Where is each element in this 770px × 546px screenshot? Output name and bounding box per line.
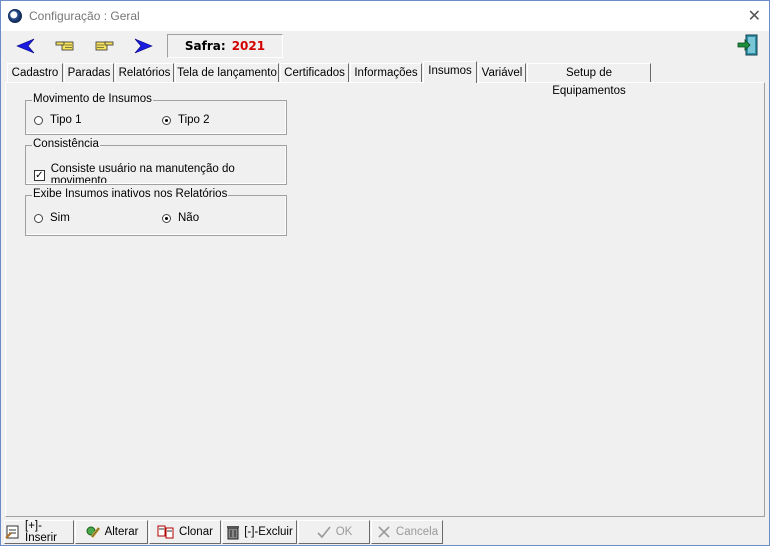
ok-button[interactable]: OK [298, 520, 370, 544]
radio-circle [34, 115, 43, 125]
cancel-x-icon [376, 524, 392, 540]
inserir-label: [+]-Inserir [25, 520, 57, 544]
alterar-label: Alterar [104, 526, 139, 538]
excluir-label: [-]-Excluir [244, 526, 293, 538]
group-legend: Movimento de Insumos [32, 93, 153, 105]
last-record-button[interactable] [132, 36, 154, 56]
exit-door-icon [737, 34, 758, 56]
tab-setup-de-equipamentos[interactable]: Setup de Equipamentos [527, 63, 651, 97]
radio-sim[interactable]: Sim [34, 212, 70, 224]
checkbox-consiste-usuario[interactable]: ✓ Consiste usuário na manutenção do movi… [34, 163, 286, 187]
radio-label: Tipo 1 [50, 114, 82, 126]
previous-record-button[interactable] [54, 36, 76, 56]
hand-pointing-right-icon [95, 41, 114, 51]
checkmark-icon [316, 524, 332, 540]
radio-circle-selected [162, 213, 171, 223]
group-consistencia: Consistência ✓ Consiste usuário na manut… [25, 138, 287, 187]
app-icon [8, 9, 22, 23]
group-legend: Exibe Insumos inativos nos Relatórios [32, 188, 229, 200]
cancela-label: Cancela [395, 526, 439, 538]
tab-certificados[interactable]: Certificados [280, 63, 349, 82]
config-window: Configuração : Geral ✕ Safra: 2021 Cadas… [0, 0, 770, 546]
safra-indicator: Safra: 2021 [167, 34, 283, 58]
arrow-right-icon [134, 38, 153, 54]
tab-relatorios[interactable]: Relatórios [115, 63, 174, 82]
radio-circle-selected [162, 115, 171, 125]
next-record-button[interactable] [93, 36, 115, 56]
clone-icon [157, 524, 175, 540]
radio-label: Não [178, 212, 200, 224]
radio-tipo-1[interactable]: Tipo 1 [34, 114, 82, 126]
safra-label: Safra: [184, 39, 226, 53]
trash-icon [226, 524, 240, 540]
tab-variavel[interactable]: Variável [478, 63, 526, 82]
radio-label: Sim [50, 212, 70, 224]
close-button[interactable]: ✕ [748, 6, 761, 25]
group-movimento-de-insumos: Movimento de Insumos Tipo 1 Tipo 2 [25, 93, 287, 135]
title-bar: Configuração : Geral ✕ [1, 1, 769, 31]
radio-tipo-2[interactable]: Tipo 2 [162, 114, 210, 126]
first-record-button[interactable] [15, 36, 37, 56]
radio-circle [34, 213, 43, 223]
arrow-left-icon [16, 38, 35, 54]
group-exibe-insumos-inativos: Exibe Insumos inativos nos Relatórios Si… [25, 188, 287, 236]
insert-document-icon [5, 524, 21, 540]
tab-paradas[interactable]: Paradas [64, 63, 114, 82]
hand-pointing-left-icon [55, 41, 74, 51]
toolbar: Safra: 2021 [1, 31, 769, 61]
exit-button[interactable] [737, 34, 759, 56]
tab-insumos[interactable]: Insumos [423, 61, 477, 83]
checkbox-label: Consiste usuário na manutenção do movime… [50, 163, 235, 187]
tab-tela-de-lancamento[interactable]: Tela de lançamento [175, 63, 279, 82]
cancela-button[interactable]: Cancela [371, 520, 443, 544]
group-legend: Consistência [32, 138, 100, 150]
tab-informacoes[interactable]: Informações [350, 63, 422, 82]
radio-nao[interactable]: Não [162, 212, 199, 224]
inserir-button[interactable]: [+]-Inserir [4, 520, 74, 544]
safra-year: 2021 [231, 39, 266, 53]
clonar-label: Clonar [179, 526, 213, 538]
action-bar: [+]-Inserir Alterar Clonar [-]-Excluir O… [1, 519, 769, 545]
clonar-button[interactable]: Clonar [149, 520, 221, 544]
alterar-button[interactable]: Alterar [75, 520, 148, 544]
tab-cadastro[interactable]: Cadastro [7, 63, 63, 82]
ok-label: OK [335, 526, 353, 538]
window-title: Configuração : Geral [29, 9, 140, 23]
excluir-button[interactable]: [-]-Excluir [222, 520, 297, 544]
radio-label: Tipo 2 [178, 114, 210, 126]
edit-pencil-icon [85, 524, 101, 540]
checkmark-icon: ✓ [34, 169, 45, 181]
